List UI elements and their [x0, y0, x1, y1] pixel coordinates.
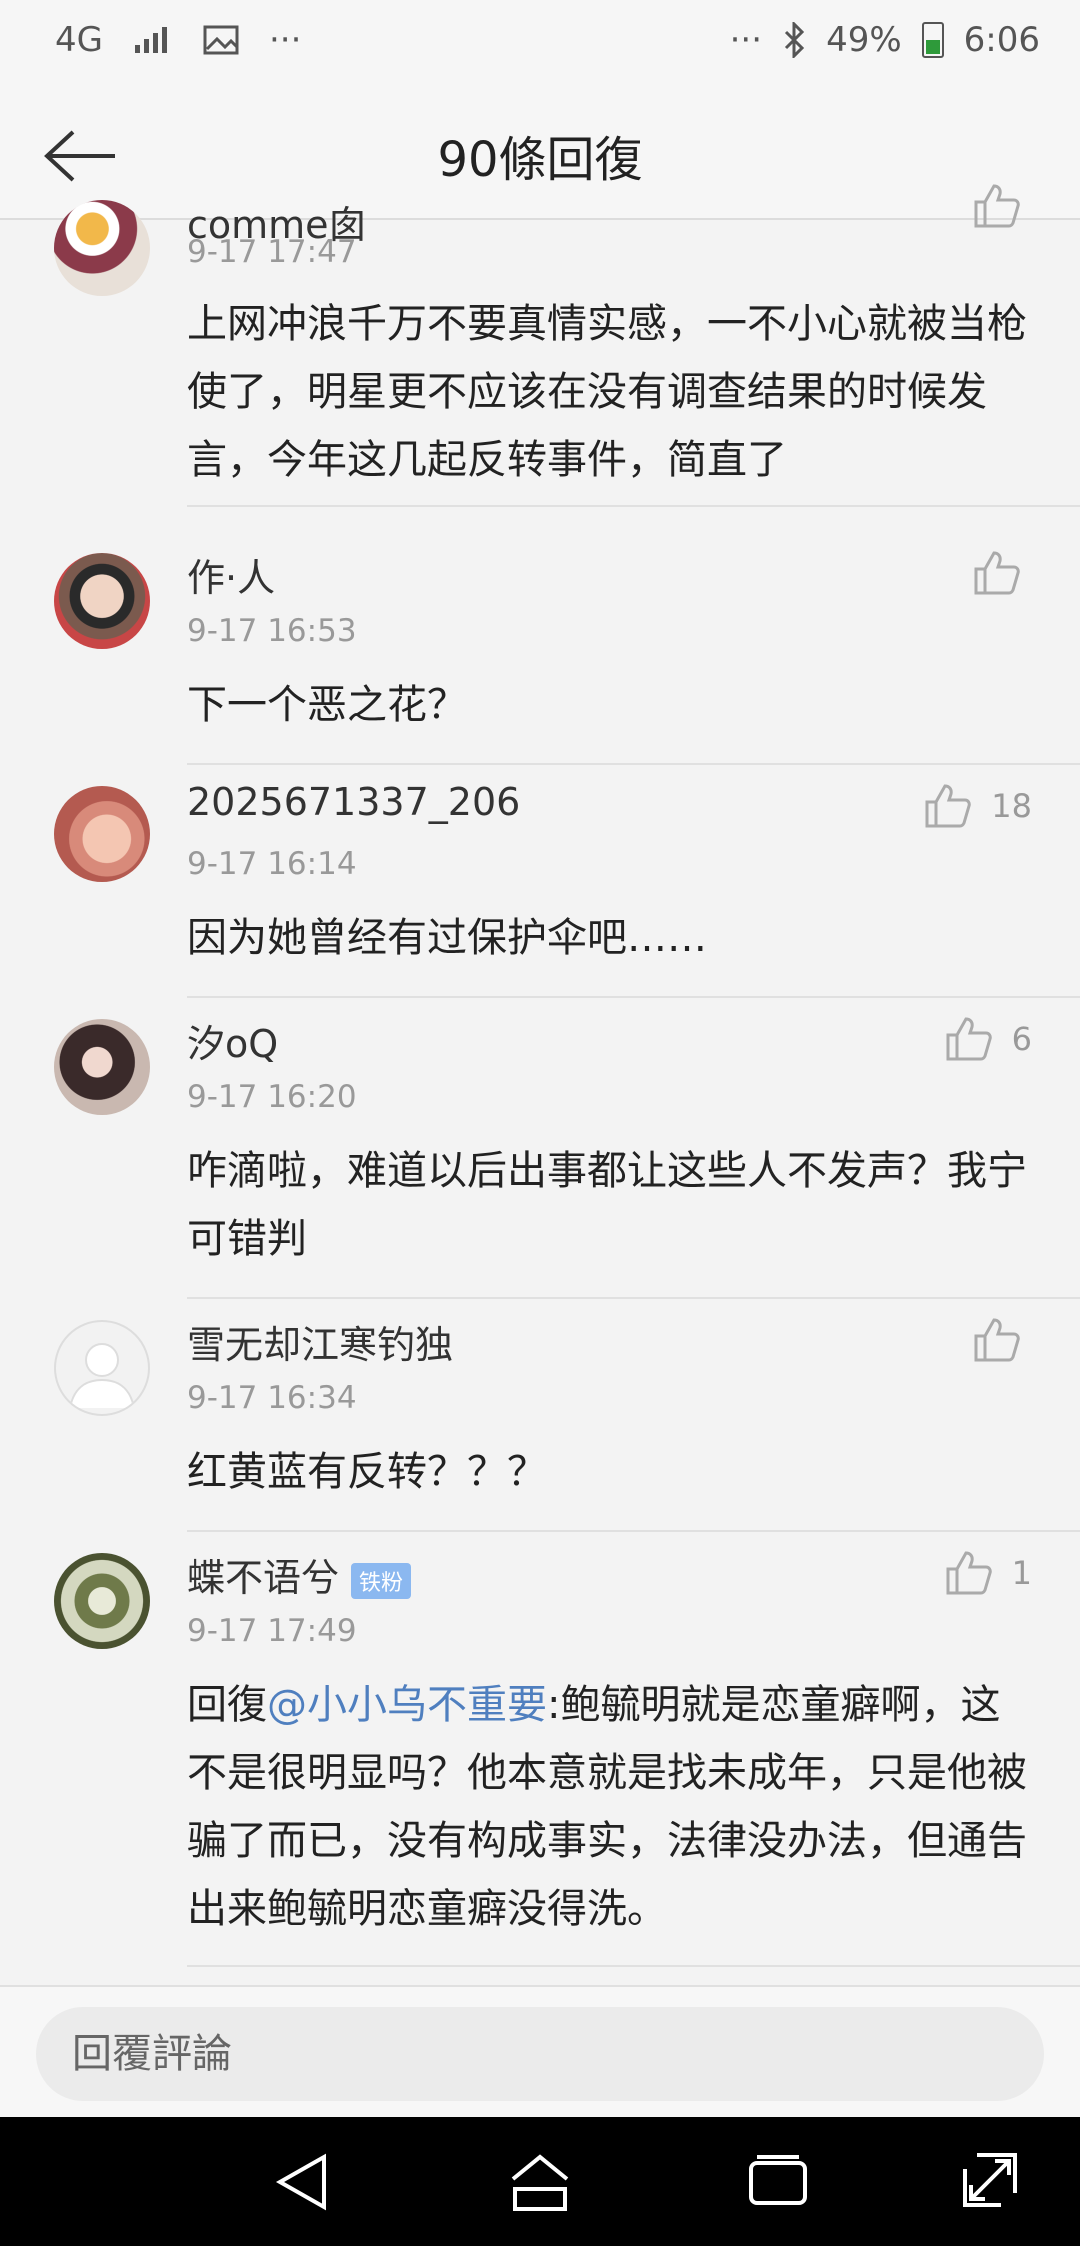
reply-prefix: 回復: [187, 1682, 267, 1728]
thumbs-up-icon: [946, 1551, 992, 1595]
thumbs-up-icon: [974, 551, 1020, 595]
comment-time: 9-17 16:20: [187, 1079, 357, 1115]
thumbs-up-icon: [974, 184, 1020, 228]
avatar[interactable]: [54, 200, 150, 296]
thumbs-up-icon: [974, 1318, 1020, 1362]
comment-text: 下一个恶之花？: [187, 682, 467, 728]
system-nav-bar: [0, 2117, 1080, 2246]
comment-text: 上网冲浪千万不要真情实感，一不小心就被当枪使了，明星更不应该在没有调查结果的时候…: [187, 301, 1027, 483]
header: 90條回復: [0, 90, 1080, 220]
comment-time: 9-17 16:53: [187, 613, 357, 649]
like-button[interactable]: [974, 1318, 1020, 1362]
comment-username[interactable]: 作·人: [187, 547, 275, 602]
comment-text: 因为她曾经有过保护伞吧……: [187, 915, 707, 961]
comment-username[interactable]: 雪无却江寒钓独: [187, 1314, 453, 1369]
comment-username-text[interactable]: 蝶不语兮: [187, 1556, 339, 1600]
network-type: 4G: [55, 20, 103, 60]
divider: [187, 1297, 1080, 1299]
like-button[interactable]: [974, 551, 1020, 595]
avatar[interactable]: [54, 786, 150, 882]
thumbs-up-icon: [946, 1017, 992, 1061]
nav-recents-icon[interactable]: [745, 2149, 811, 2215]
reply-input[interactable]: 回覆評論: [36, 2007, 1044, 2101]
bluetooth-icon: [785, 22, 805, 58]
comment-text: 咋滴啦，难道以后出事都让这些人不发声？我宁可错判: [187, 1148, 1027, 1262]
like-button[interactable]: 1: [946, 1551, 1032, 1595]
like-button[interactable]: 18: [925, 784, 1032, 828]
comment-text: 红黄蓝有反转？？？: [187, 1449, 547, 1495]
like-count: 1: [1011, 1554, 1032, 1592]
like-count: 18: [991, 787, 1032, 825]
nav-home-icon[interactable]: [507, 2149, 573, 2215]
reply-bar: 回覆評論: [0, 1985, 1080, 2117]
image-icon: [203, 25, 239, 55]
divider: [187, 1530, 1080, 1532]
page-title: 90條回復: [437, 132, 643, 188]
avatar[interactable]: [54, 1553, 150, 1649]
thumbs-up-icon: [925, 784, 972, 828]
battery-icon: [921, 22, 944, 58]
comment-username[interactable]: 2025671337_206: [187, 780, 520, 824]
mention-link[interactable]: @小小乌不重要: [267, 1682, 547, 1728]
more-status-icon: ···: [729, 20, 763, 60]
signal-icon: [134, 27, 167, 53]
more-notifications-icon: ···: [268, 20, 302, 60]
battery-percent: 49%: [826, 20, 902, 60]
comment-time: 9-17 16:14: [187, 846, 357, 882]
avatar[interactable]: [54, 1320, 150, 1416]
nav-back-icon[interactable]: [270, 2149, 336, 2215]
comment-username[interactable]: 汐oQ: [187, 1013, 278, 1068]
default-avatar-icon: [69, 1343, 135, 1409]
divider: [187, 996, 1080, 998]
avatar[interactable]: [54, 553, 150, 649]
comment-time: 9-17 16:34: [187, 1380, 357, 1416]
like-button[interactable]: 6: [946, 1017, 1032, 1061]
divider: [187, 1965, 1080, 1967]
like-button[interactable]: [974, 184, 1020, 228]
like-count: 6: [1011, 1020, 1032, 1058]
fan-badge: 铁粉: [351, 1562, 412, 1599]
divider: [187, 763, 1080, 765]
avatar[interactable]: [54, 1019, 150, 1115]
clock: 6:06: [963, 20, 1040, 60]
status-bar: 4G ··· ··· 49% 6:06: [0, 0, 1080, 90]
nav-expand-icon[interactable]: [955, 2149, 1021, 2215]
comment-time: 9-17 17:49: [187, 1613, 357, 1649]
comment-text: 回復@小小乌不重要:鲍毓明就是恋童癖啊，这不是很明显吗？他本意就是找未成年，只是…: [187, 1671, 1037, 1943]
divider: [187, 505, 1080, 507]
comment-username[interactable]: 蝶不语兮 铁粉: [187, 1547, 412, 1602]
comment-time: 9-17 17:47: [187, 234, 357, 270]
